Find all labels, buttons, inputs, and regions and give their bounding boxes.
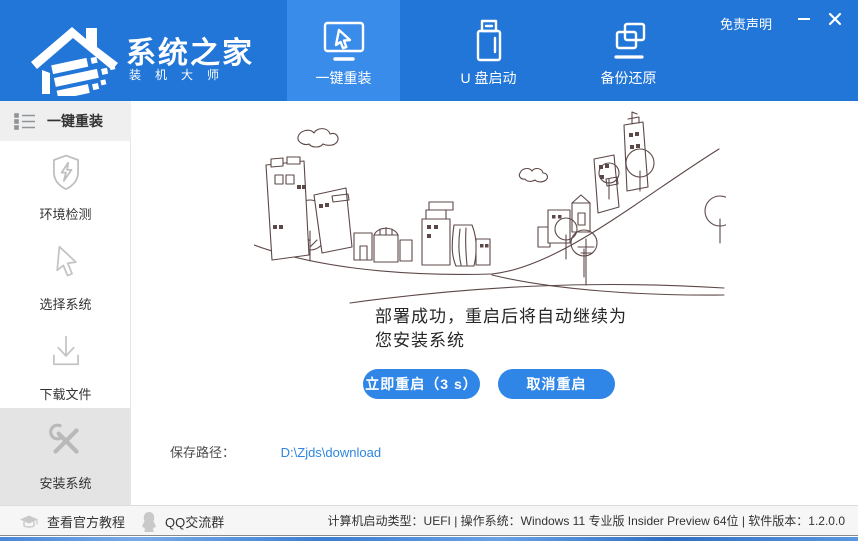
house-logo-icon bbox=[28, 16, 124, 96]
sidebar-item-label: 安装系统 bbox=[0, 473, 131, 492]
sidebar: 一键重装 环境检测 选择系统 下载文件 bbox=[0, 101, 131, 505]
sidebar-item-label: 环境检测 bbox=[0, 204, 131, 223]
download-icon bbox=[44, 329, 88, 373]
usb-drive-icon bbox=[432, 16, 545, 64]
minimize-button[interactable] bbox=[792, 8, 816, 30]
disclaimer-link[interactable]: 免责声明 bbox=[720, 14, 772, 33]
logo-subtitle: 装机大师 bbox=[129, 66, 233, 83]
save-path-label: 保存路径： bbox=[170, 445, 235, 460]
save-path-row: 保存路径： D:\Zjds\download bbox=[170, 442, 381, 461]
header-bar: 系统之家 装机大师 一键重装 U 盘启 bbox=[0, 0, 858, 101]
restart-now-button[interactable]: 立即重启（3 s） bbox=[363, 369, 480, 399]
qq-group-link[interactable]: QQ交流群 bbox=[140, 506, 224, 536]
deploy-message-line1: 部署成功，重启后将自动继续为 bbox=[375, 305, 665, 329]
app-logo: 系统之家 装机大师 bbox=[26, 12, 276, 96]
tutorial-link[interactable]: 查看官方教程 bbox=[18, 506, 125, 536]
graduation-cap-icon bbox=[18, 513, 40, 530]
deploy-message-line2: 您安装系统 bbox=[375, 329, 665, 353]
sidebar-item-select-system[interactable]: 选择系统 bbox=[0, 239, 131, 313]
close-button[interactable] bbox=[823, 8, 847, 30]
backup-restore-icon bbox=[572, 16, 685, 64]
sidebar-item-download-files[interactable]: 下载文件 bbox=[0, 329, 131, 403]
desktop-strip bbox=[0, 537, 858, 541]
tab-label: 备份还原 bbox=[572, 68, 685, 88]
app-window: 系统之家 装机大师 一键重装 U 盘启 bbox=[0, 0, 858, 541]
close-icon bbox=[828, 12, 842, 26]
tab-label: 一键重装 bbox=[287, 68, 400, 88]
sidebar-item-label: 选择系统 bbox=[0, 294, 131, 313]
sidebar-item-install-system[interactable]: 安装系统 bbox=[0, 408, 131, 505]
shield-bolt-icon bbox=[44, 149, 88, 193]
qq-group-label: QQ交流群 bbox=[165, 512, 224, 531]
sidebar-item-label: 下载文件 bbox=[0, 384, 131, 403]
city-illustration bbox=[254, 107, 726, 305]
sidebar-header-onekey-reinstall[interactable]: 一键重装 bbox=[0, 101, 131, 141]
status-bar: 查看官方教程 QQ交流群 计算机启动类型：UEFI | 操作系统：Windows… bbox=[0, 505, 858, 536]
sidebar-header-label: 一键重装 bbox=[47, 111, 103, 131]
minimize-icon bbox=[798, 18, 810, 20]
tab-usb-boot[interactable]: U 盘启动 bbox=[432, 0, 545, 101]
system-status-text: 计算机启动类型：UEFI | 操作系统：Windows 11 专业版 Insid… bbox=[328, 506, 845, 536]
tab-label: U 盘启动 bbox=[432, 68, 545, 88]
qq-penguin-icon bbox=[140, 511, 158, 532]
save-path-value[interactable]: D:\Zjds\download bbox=[281, 445, 381, 460]
list-icon bbox=[13, 109, 37, 133]
cursor-icon bbox=[44, 239, 88, 283]
main-content: 部署成功，重启后将自动继续为 您安装系统 立即重启（3 s） 取消重启 保存路径… bbox=[132, 101, 858, 505]
deploy-message: 部署成功，重启后将自动继续为 您安装系统 bbox=[375, 305, 665, 353]
monitor-cursor-icon bbox=[287, 16, 400, 64]
tab-onekey-reinstall[interactable]: 一键重装 bbox=[287, 0, 400, 101]
tutorial-label: 查看官方教程 bbox=[47, 512, 125, 531]
sidebar-item-env-check[interactable]: 环境检测 bbox=[0, 149, 131, 223]
cancel-restart-button[interactable]: 取消重启 bbox=[498, 369, 615, 399]
wrench-icon bbox=[45, 420, 87, 462]
tab-backup-restore[interactable]: 备份还原 bbox=[572, 0, 685, 101]
